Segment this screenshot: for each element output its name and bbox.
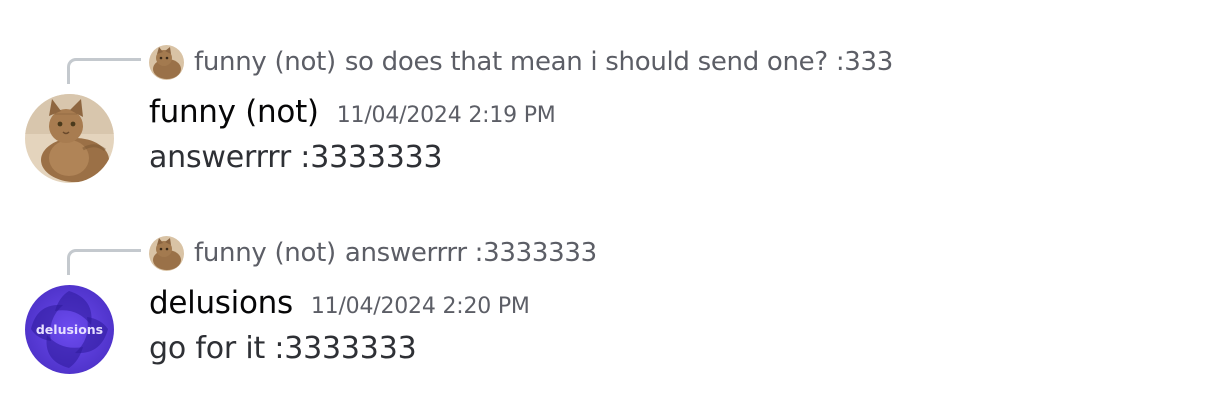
reply-content[interactable]: so does that mean i should send one? :33… <box>345 47 894 77</box>
message-timestamp: 11/04/2024 2:20 PM <box>310 294 530 319</box>
reply-preview[interactable]: funny (not) so does that mean i should s… <box>149 44 893 80</box>
message-content: answerrrr :3333333 <box>149 140 443 175</box>
avatar-text: delusions <box>36 322 103 337</box>
message-timestamp: 11/04/2024 2:19 PM <box>336 103 556 128</box>
cat-avatar-icon[interactable] <box>149 44 184 80</box>
reply-preview[interactable]: funny (not) answerrrr :3333333 <box>149 235 597 271</box>
message-header: funny (not) 11/04/2024 2:19 PM <box>149 94 556 136</box>
cat-avatar-icon[interactable] <box>149 235 184 271</box>
reply-author[interactable]: funny (not) <box>194 47 336 77</box>
reply-spine <box>67 58 141 84</box>
message-header: delusions 11/04/2024 2:20 PM <box>149 285 530 327</box>
message-content: go for it :3333333 <box>149 331 417 366</box>
reply-author[interactable]: funny (not) <box>194 238 336 268</box>
message-author[interactable]: delusions <box>149 285 293 321</box>
delusions-logo-avatar[interactable]: delusions <box>25 285 114 374</box>
message-author[interactable]: funny (not) <box>149 94 319 130</box>
cat-avatar-icon[interactable] <box>25 94 114 183</box>
reply-spine <box>67 249 141 275</box>
reply-content[interactable]: answerrrr :3333333 <box>345 238 597 268</box>
